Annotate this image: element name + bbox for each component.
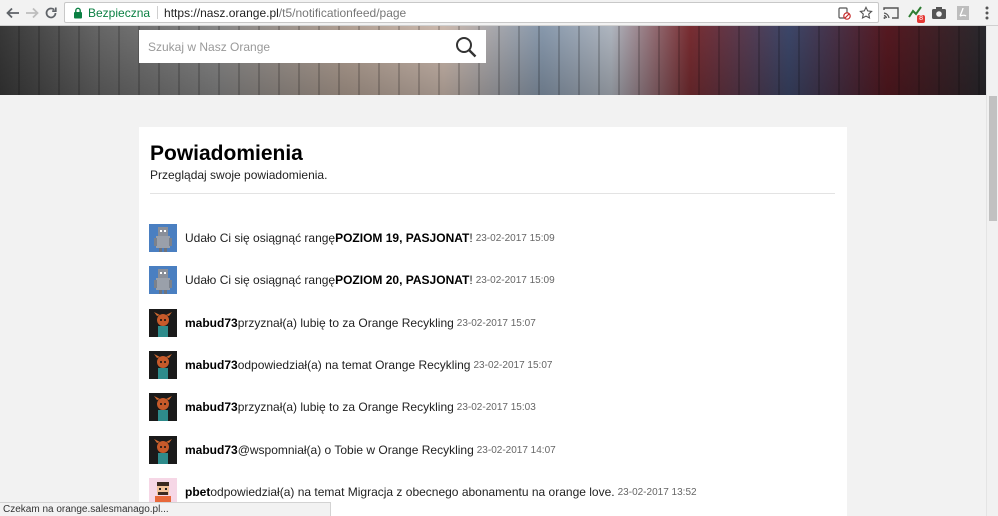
menu-icon[interactable]: [977, 3, 997, 23]
reload-icon: [45, 7, 57, 19]
character-avatar[interactable]: [149, 351, 177, 379]
address-bar-icons: [836, 4, 874, 21]
search-bar: [139, 30, 486, 63]
notification-message: Udało Ci się osiągnąć rangę: [185, 231, 336, 245]
notification-rank-link[interactable]: POZIOM 19, PASJONAT: [335, 231, 469, 245]
security-label: Bezpieczna: [88, 5, 151, 20]
notification-rank-link[interactable]: POZIOM 20, PASJONAT: [335, 273, 469, 287]
pdf-icon[interactable]: [953, 3, 973, 23]
notification-message: przyznał(a) lubię to za Orange Recykling: [237, 400, 454, 414]
notification-user-link[interactable]: mabud73: [185, 400, 238, 414]
character-avatar[interactable]: [149, 436, 177, 464]
notification-item: mabud73 odpowiedział(a) na temat Orange …: [149, 351, 552, 379]
notification-item: mabud73 @wspomniał(a) o Tobie w Orange R…: [149, 436, 556, 464]
browser-toolbar: Bezpieczna https://nasz.orange.pl/t5/not…: [0, 0, 998, 26]
scrollbar-thumb[interactable]: [989, 96, 997, 221]
search-button[interactable]: [446, 30, 486, 63]
extension-green-icon[interactable]: 8: [905, 3, 925, 23]
arrow-left-icon: [6, 7, 19, 19]
notification-item: mabud73 przyznał(a) lubię to za Orange R…: [149, 309, 536, 337]
cast-icon[interactable]: [881, 3, 901, 23]
robot-avatar: [149, 224, 177, 252]
notification-message: @wspomniał(a) o Tobie w Orange Recykling: [237, 443, 474, 457]
extension-badge: 8: [917, 15, 925, 23]
notification-item: Udało Ci się osiągnąć rangę POZIOM 19, P…: [149, 224, 555, 252]
lock-icon: [73, 7, 83, 19]
search-input[interactable]: [139, 30, 446, 63]
robot-avatar: [149, 266, 177, 294]
notification-user-link[interactable]: mabud73: [185, 358, 238, 372]
notification-time: 23-02-2017 15:03: [456, 401, 536, 413]
notification-time: 23-02-2017 15:07: [456, 317, 536, 329]
notification-suffix: !: [469, 231, 473, 245]
camera-icon[interactable]: [929, 3, 949, 23]
reload-button[interactable]: [40, 2, 62, 24]
character-avatar[interactable]: [149, 393, 177, 421]
extension-icons: 8: [881, 3, 997, 23]
status-bar: Czekam na orange.salesmanago.pl...: [0, 502, 331, 516]
address-separator: [157, 6, 159, 19]
blocked-content-icon[interactable]: [836, 4, 852, 21]
notification-item: Udało Ci się osiągnąć rangę POZIOM 20, P…: [149, 266, 555, 294]
star-icon[interactable]: [858, 4, 874, 21]
notification-user-link[interactable]: mabud73: [185, 443, 238, 457]
notification-time: 23-02-2017 15:07: [473, 359, 553, 371]
notifications-panel: Powiadomienia Przeglądaj swoje powiadomi…: [139, 127, 847, 516]
notification-message: przyznał(a) lubię to za Orange Recykling: [237, 316, 454, 330]
page-subtitle: Przeglądaj swoje powiadomienia.: [150, 168, 328, 182]
divider: [150, 193, 835, 194]
page-title: Powiadomienia: [150, 142, 303, 165]
page-scrollbar[interactable]: [986, 26, 998, 516]
notification-time: 23-02-2017 15:09: [475, 232, 555, 244]
url-path: /t5/notificationfeed/page: [278, 5, 407, 20]
notification-suffix: !: [469, 273, 473, 287]
notification-user-link[interactable]: pbet: [185, 485, 210, 499]
notification-message: odpowiedział(a) na temat Migracja z obec…: [210, 485, 615, 499]
address-bar[interactable]: Bezpieczna https://nasz.orange.pl/t5/not…: [64, 2, 879, 23]
character-avatar[interactable]: [149, 309, 177, 337]
notification-user-link[interactable]: mabud73: [185, 316, 238, 330]
search-icon: [456, 36, 477, 57]
notification-message: Udało Ci się osiągnąć rangę: [185, 273, 336, 287]
url-host: https://nasz.orange.pl: [164, 5, 279, 20]
notification-time: 23-02-2017 15:09: [475, 274, 555, 286]
notification-time: 23-02-2017 13:52: [617, 486, 697, 498]
arrow-right-icon: [26, 7, 39, 19]
notification-item: mabud73 przyznał(a) lubię to za Orange R…: [149, 393, 536, 421]
notification-message: odpowiedział(a) na temat Orange Recyklin…: [237, 358, 471, 372]
notification-time: 23-02-2017 14:07: [476, 444, 556, 456]
